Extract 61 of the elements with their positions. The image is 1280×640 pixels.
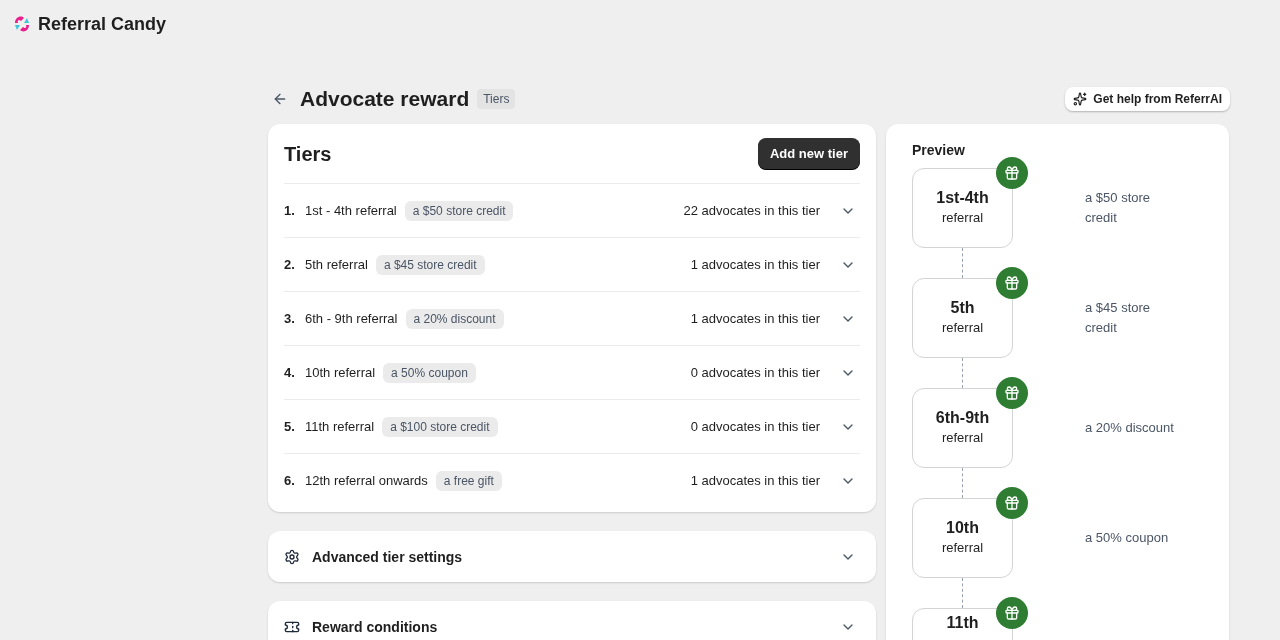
tier-label: 6th - 9th referral [305, 309, 398, 328]
step-title: 6th-9th [935, 408, 990, 428]
step-title: 5th [950, 298, 975, 318]
gift-icon [996, 597, 1028, 629]
reward-tag: a free gift [435, 471, 502, 491]
section-card[interactable]: Reward conditions [268, 601, 876, 640]
tier-label: 1st - 4th referral [305, 201, 397, 220]
tier-number: 4. [284, 363, 296, 382]
gift-icon [996, 377, 1028, 409]
step-title: 11th [946, 613, 979, 633]
section-title: Reward conditions [312, 617, 438, 637]
advocate-count: 1 advocates in this tier [690, 472, 820, 491]
tier-number: 6. [284, 472, 296, 491]
help-button[interactable]: Get help from ReferrAI [1065, 87, 1230, 111]
tier-number: 5. [284, 417, 296, 436]
step-reward: a 20% discount [1085, 419, 1175, 437]
add-tier-button[interactable]: Add new tier [758, 137, 860, 170]
gift-icon [996, 267, 1028, 299]
reward-tag: a $50 store credit [404, 200, 514, 221]
reward-tag: a $100 store credit [382, 416, 498, 437]
tier-label: 5th referral [305, 255, 368, 274]
page-title: Advocate reward [300, 86, 470, 113]
section-card[interactable]: Advanced tier settings [268, 531, 876, 582]
step-title: 1st-4th [936, 188, 989, 208]
tier-number: 3. [284, 309, 296, 328]
sparkle-icon [1073, 92, 1088, 106]
step-subtitle: referral [941, 209, 984, 227]
connector-line [962, 358, 963, 388]
gift-icon [996, 487, 1028, 519]
tier-number: 2. [284, 255, 296, 274]
section-title: Advanced tier settings [312, 547, 463, 567]
tier-label: 11th referral [305, 417, 375, 436]
gear-icon [284, 548, 300, 565]
brand-name: Referral Candy [38, 13, 167, 36]
tier-label: 10th referral [305, 363, 376, 382]
advocate-count: 0 advocates in this tier [690, 363, 820, 382]
advocate-count: 1 advocates in this tier [690, 309, 820, 328]
advocate-count: 1 advocates in this tier [690, 255, 820, 274]
step-reward: a $50 store credit [1085, 189, 1152, 227]
logo-icon [12, 14, 32, 34]
card-title: Tiers [284, 141, 332, 167]
step-title: 10th [946, 518, 979, 538]
reward-tag: a 20% discount [405, 308, 504, 329]
step-subtitle: referral [941, 429, 984, 447]
advocate-count: 0 advocates in this tier [690, 417, 820, 436]
gift-icon [996, 157, 1028, 189]
tier-label: 12th referral onwards [305, 472, 428, 491]
reward-tag: a $45 store credit [375, 254, 485, 275]
advocate-count: 22 advocates in this tier [683, 201, 820, 220]
connector-line [962, 248, 963, 278]
step-subtitle: referral [941, 539, 984, 557]
connector-line [962, 578, 963, 608]
connector-line [962, 468, 963, 498]
tiers-tag: Tiers [477, 89, 516, 109]
step-reward: a 50% coupon [1085, 529, 1170, 547]
back-arrow-icon[interactable] [272, 91, 288, 107]
step-reward: a $45 store credit [1085, 299, 1152, 337]
tier-number: 1. [284, 201, 296, 220]
reward-tag: a 50% coupon [383, 362, 476, 383]
preview-title: Preview [912, 141, 966, 160]
step-subtitle: referral [941, 319, 984, 337]
